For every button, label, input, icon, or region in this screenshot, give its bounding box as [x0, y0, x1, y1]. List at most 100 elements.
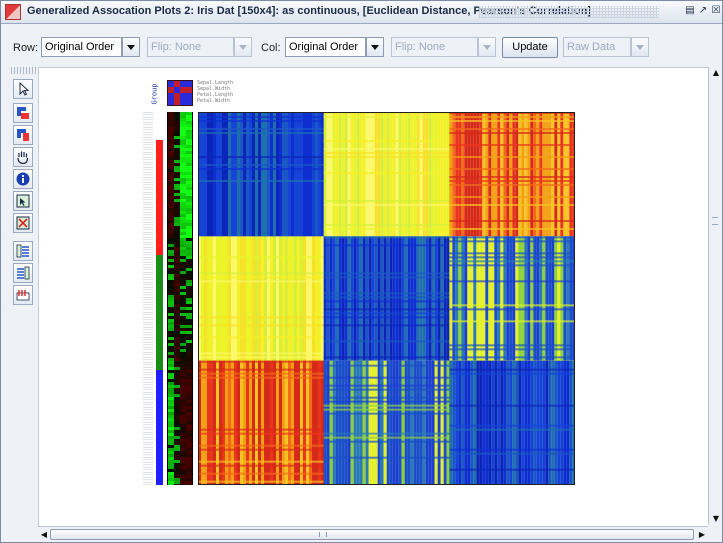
col-flip-dropdown-icon[interactable] — [478, 37, 496, 57]
data-mode-select[interactable]: Raw Data — [563, 37, 631, 57]
maximize-icon[interactable]: ↗ — [697, 5, 709, 17]
raw-cell — [186, 265, 192, 268]
zoom-select-tool[interactable] — [13, 191, 33, 211]
group-color-bar[interactable] — [156, 140, 163, 485]
raw-cell — [174, 454, 180, 457]
row-tick — [143, 119, 153, 121]
info-tool[interactable] — [13, 169, 33, 189]
raw-cell — [174, 436, 180, 439]
raw-cell — [174, 463, 180, 466]
close-icon[interactable]: ☒ — [710, 5, 722, 17]
raw-cell — [174, 115, 180, 118]
row-tick — [143, 322, 153, 323]
heatmap-row-stripe — [449, 304, 575, 307]
reset-view-tool[interactable] — [13, 213, 33, 233]
raw-cell — [168, 163, 174, 166]
vertical-scrollbar[interactable]: ▲ ▼ — [708, 67, 722, 525]
scroll-right-icon[interactable]: ▶ — [696, 529, 708, 541]
hand-pan-tool[interactable] — [13, 147, 33, 167]
sidebar-left-tool[interactable] — [13, 241, 33, 261]
heatmap-stripe — [449, 236, 453, 361]
raw-cell — [180, 430, 186, 433]
raw-cell — [186, 196, 192, 199]
raw-cell — [168, 331, 174, 334]
raw-cell — [186, 124, 192, 127]
raw-cell — [168, 430, 174, 433]
raw-cell — [186, 166, 192, 169]
row-tick — [143, 464, 153, 466]
row-tick — [143, 284, 153, 286]
scroll-left-icon[interactable]: ◀ — [38, 529, 50, 541]
heatmap-stripe — [219, 236, 222, 361]
row-flip-dropdown-icon[interactable] — [234, 37, 252, 57]
sidebar-right-tool[interactable] — [13, 263, 33, 283]
col-order-dropdown-icon[interactable] — [366, 37, 384, 57]
row-tick — [143, 167, 153, 168]
row-flip-select[interactable]: Flip: None — [147, 37, 234, 57]
row-order-select[interactable]: Original Order — [41, 37, 122, 57]
heatmap-stripe — [518, 112, 522, 237]
raw-cell — [186, 202, 192, 205]
raw-cell — [168, 199, 174, 202]
raw-cell — [180, 364, 186, 367]
update-button[interactable]: Update — [502, 37, 558, 58]
raw-cell — [186, 262, 192, 265]
raw-cell — [186, 448, 192, 451]
row-tick — [143, 262, 153, 263]
heatmap-row-stripe — [323, 200, 450, 202]
scroll-up-icon[interactable]: ▲ — [710, 67, 722, 79]
pointer-tool[interactable] — [13, 79, 33, 99]
heatmap-stripe — [276, 112, 279, 237]
raw-cell — [180, 130, 186, 133]
raw-cell — [174, 187, 180, 190]
palette-grip[interactable] — [11, 67, 37, 74]
heatmap-row-stripe — [449, 176, 575, 178]
row-tick — [143, 329, 153, 331]
raw-cell — [168, 352, 174, 355]
data-mode-dropdown-icon[interactable] — [631, 37, 649, 57]
variable-correlation-thumbnail[interactable] — [167, 80, 193, 106]
row-tick — [143, 382, 153, 383]
heatmap-row-stripe — [449, 320, 575, 323]
heatmap-stripe — [518, 236, 522, 361]
raw-cell — [186, 322, 192, 325]
col-flip-select[interactable]: Flip: None — [391, 37, 478, 57]
sidebar-both-tool[interactable] — [13, 285, 33, 305]
raw-data-matrix[interactable] — [167, 112, 193, 485]
heatmap-row-stripe — [198, 372, 324, 375]
raw-cell — [186, 331, 192, 334]
select-rows-tool[interactable] — [13, 103, 33, 123]
raw-cell — [186, 178, 192, 181]
vertical-scroll-grip[interactable] — [712, 217, 718, 225]
horizontal-scrollbar[interactable]: ◀ ▶ — [38, 526, 708, 542]
raw-cell — [168, 211, 174, 214]
plot-canvas[interactable]: Group Sepal.Length Sepal.Width Petal.Len… — [38, 67, 709, 526]
heatmap-stripe — [443, 360, 447, 485]
select-cols-tool[interactable] — [13, 125, 33, 145]
heatmap-stripe — [446, 360, 450, 485]
restore-icon[interactable]: ▤ — [684, 5, 696, 17]
raw-cell — [174, 400, 180, 403]
title-bar[interactable]: Generalized Assocation Plots 2: Iris Dat… — [1, 1, 722, 24]
raw-cell — [186, 295, 192, 298]
raw-cell — [174, 127, 180, 130]
heatmap-stripe — [353, 360, 357, 485]
row-tick — [143, 449, 153, 451]
raw-cell — [174, 370, 180, 373]
heatmap-stripe — [234, 236, 237, 361]
horizontal-scroll-thumb[interactable] — [50, 529, 694, 540]
row-tick — [143, 302, 153, 303]
row-tick — [143, 394, 153, 396]
row-tick — [143, 424, 153, 426]
group-label-container: Group — [151, 80, 162, 110]
proximity-heatmap[interactable] — [198, 112, 575, 485]
scroll-down-icon[interactable]: ▼ — [710, 513, 722, 525]
raw-cell — [186, 394, 192, 397]
raw-cell — [180, 373, 186, 376]
row-order-dropdown-icon[interactable] — [122, 37, 140, 57]
raw-cell — [168, 334, 174, 337]
heatmap-row-stripe — [323, 296, 450, 299]
heatmap-stripe — [309, 236, 312, 361]
col-order-select[interactable]: Original Order — [285, 37, 366, 57]
raw-cell — [186, 325, 192, 328]
